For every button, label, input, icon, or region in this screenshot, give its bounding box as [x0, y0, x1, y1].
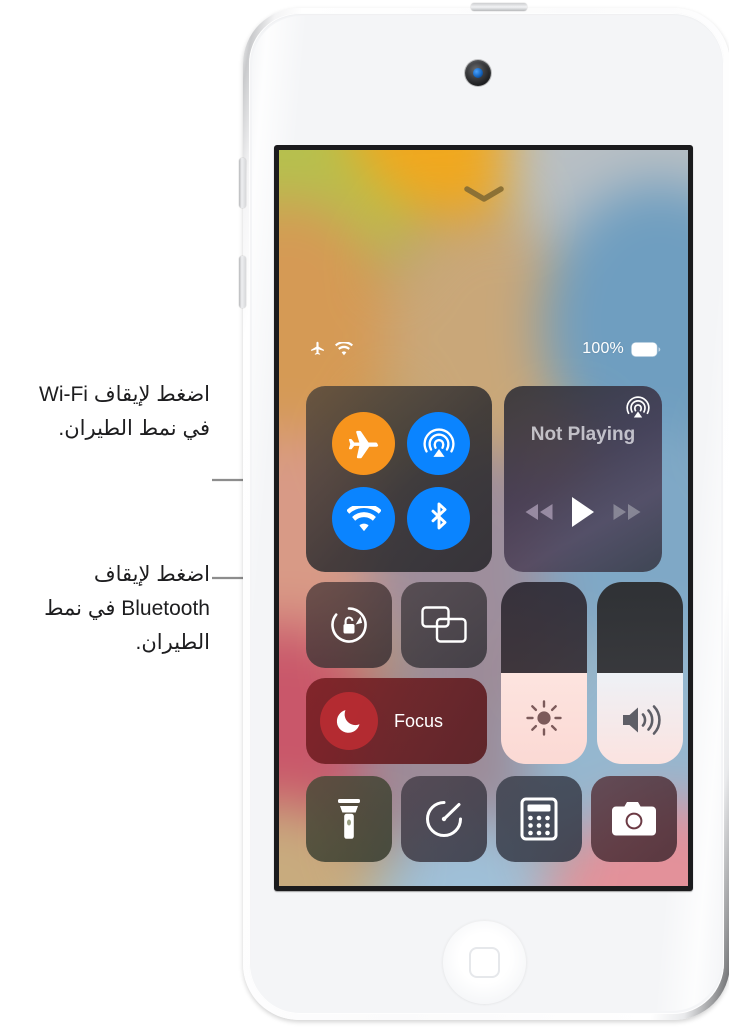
- flashlight-tile[interactable]: [306, 776, 392, 862]
- timer-tile[interactable]: [401, 776, 487, 862]
- moon-icon: [334, 706, 364, 736]
- wifi-status-icon: [335, 341, 353, 356]
- calculator-tile[interactable]: [496, 776, 582, 862]
- brightness-slider[interactable]: [501, 582, 587, 764]
- status-bar-left: [309, 340, 353, 357]
- brightness-icon: [501, 698, 587, 738]
- camera-lens: [473, 68, 483, 78]
- bluetooth-callout-text: اضغط لإيقاف Bluetooth في نمط الطيران.: [44, 563, 210, 654]
- focus-tile[interactable]: Focus: [306, 678, 487, 764]
- wifi-callout-text: اضغط لإيقاف Wi-Fi في نمط الطيران.: [39, 383, 210, 440]
- airplane-mode-toggle[interactable]: [332, 412, 395, 475]
- volume-track: [597, 582, 683, 673]
- brightness-track: [501, 582, 587, 673]
- flashlight-icon: [330, 797, 368, 841]
- volume-slider[interactable]: [597, 582, 683, 764]
- calculator-icon: [520, 797, 558, 841]
- play-button[interactable]: [570, 496, 596, 528]
- connectivity-tile[interactable]: [306, 386, 492, 572]
- device-screen: 100% Not Playing Focus: [279, 150, 688, 886]
- status-bar: 100%: [279, 340, 688, 366]
- volume-icon: [597, 702, 683, 738]
- wifi-icon: [346, 505, 381, 532]
- screen-bezel: 100% Not Playing Focus: [274, 145, 693, 891]
- volume-down-button[interactable]: [239, 256, 246, 308]
- now-playing-controls: [504, 496, 662, 528]
- screen-mirroring-tile[interactable]: [401, 582, 487, 668]
- battery-full-icon: [631, 341, 661, 357]
- ipod-touch-device: 100% Not Playing Focus: [239, 3, 729, 1026]
- focus-label: Focus: [394, 710, 444, 731]
- power-button[interactable]: [471, 3, 527, 11]
- home-button-square-icon: [469, 947, 500, 978]
- screen-mirroring-icon: [421, 606, 467, 644]
- airplane-icon: [347, 427, 381, 461]
- wifi-toggle[interactable]: [332, 487, 395, 550]
- front-camera-icon: [465, 60, 491, 86]
- fast-forward-button[interactable]: [612, 503, 642, 521]
- chevron-down-grabber-icon[interactable]: [464, 186, 504, 202]
- rotation-lock-tile[interactable]: [306, 582, 392, 668]
- airplane-mode-status-icon: [309, 340, 326, 357]
- home-button[interactable]: [442, 920, 527, 1005]
- bluetooth-icon: [422, 502, 456, 536]
- volume-up-button[interactable]: [239, 158, 246, 208]
- control-center: 100% Not Playing Focus: [279, 150, 688, 886]
- focus-toggle-circle[interactable]: [320, 692, 378, 750]
- airplay-audio-icon[interactable]: [624, 394, 652, 422]
- now-playing-title: Not Playing: [530, 424, 636, 445]
- rewind-button[interactable]: [524, 503, 554, 521]
- rotation-lock-icon: [326, 602, 372, 648]
- airdrop-icon: [421, 426, 457, 462]
- connectivity-tile-background: [306, 386, 492, 572]
- camera-icon: [611, 800, 657, 838]
- camera-tile[interactable]: [591, 776, 677, 862]
- now-playing-tile[interactable]: Not Playing: [504, 386, 662, 572]
- battery-percentage-label: 100%: [582, 340, 624, 357]
- bluetooth-toggle[interactable]: [407, 487, 470, 550]
- timer-icon: [422, 797, 466, 841]
- airdrop-toggle[interactable]: [407, 412, 470, 475]
- status-bar-right: 100%: [582, 340, 661, 358]
